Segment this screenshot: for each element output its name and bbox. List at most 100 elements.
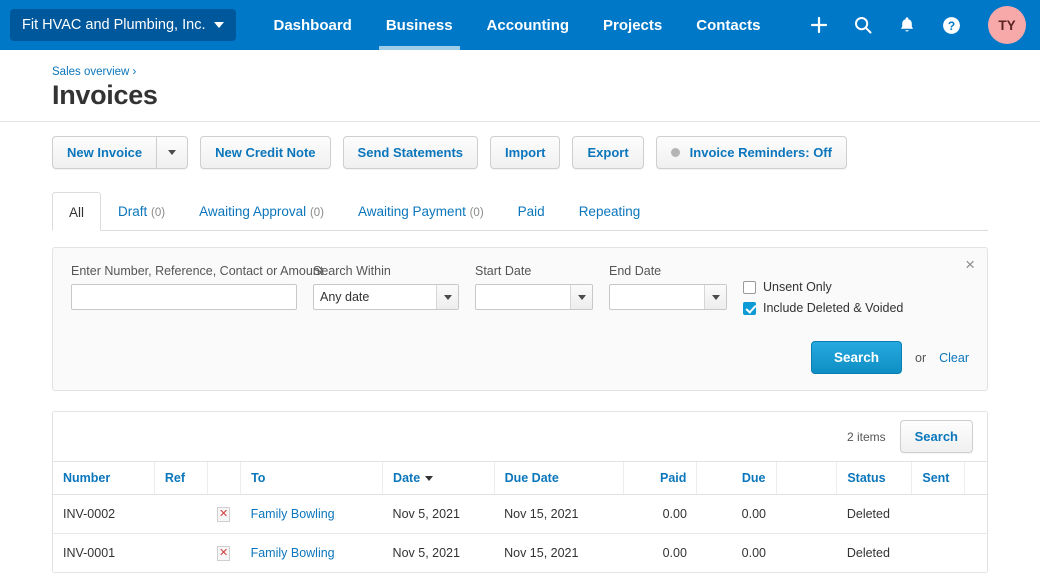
query-field-group: Enter Number, Reference, Contact or Amou…	[71, 264, 324, 310]
cell-to: Family Bowling	[240, 494, 383, 534]
column-header-paid[interactable]: Paid	[623, 462, 698, 495]
results-toolbar: 2 items Search	[53, 412, 987, 462]
tab-awaiting-payment[interactable]: Awaiting Payment (0)	[341, 191, 501, 230]
tab-paid[interactable]: Paid	[501, 191, 562, 230]
new-credit-note-button[interactable]: New Credit Note	[200, 136, 331, 169]
cell-sent	[912, 534, 965, 573]
nav-actions: ? TY	[808, 6, 1026, 44]
nav-item-dashboard[interactable]: Dashboard	[256, 0, 368, 50]
search-within-select[interactable]: Any date	[313, 284, 459, 310]
cell-paid: 0.00	[662, 546, 687, 560]
tab-repeating[interactable]: Repeating	[562, 191, 658, 230]
column-header-to[interactable]: To	[240, 462, 384, 495]
organisation-selector[interactable]: Fit HVAC and Plumbing, Inc.	[10, 9, 237, 41]
tab-draft[interactable]: Draft (0)	[101, 191, 182, 230]
tab-label: Repeating	[578, 204, 641, 219]
nav-item-business[interactable]: Business	[369, 0, 470, 50]
tab-label: Draft	[118, 204, 148, 219]
import-button[interactable]: Import	[490, 136, 561, 169]
checkbox-icon	[743, 280, 756, 294]
deleted-document-icon[interactable]: ✕	[217, 507, 231, 522]
cell-due: 0.00	[696, 494, 776, 534]
table-row[interactable]: INV-0002 ✕ Family Bowling Nov 5, 2021 No…	[53, 494, 987, 534]
organisation-name: Fit HVAC and Plumbing, Inc.	[22, 17, 206, 33]
send-statements-button[interactable]: Send Statements	[342, 136, 479, 169]
cell-paid: 0.00	[623, 494, 697, 534]
chevron-down-icon	[436, 285, 458, 309]
invoice-table-body: INV-0002 ✕ Family Bowling Nov 5, 2021 No…	[53, 494, 987, 573]
column-header-number[interactable]: Number	[53, 462, 155, 495]
avatar-initials: TY	[998, 17, 1016, 33]
column-header-sent[interactable]: Sent	[911, 462, 966, 495]
column-header-date-label: Date	[393, 471, 421, 485]
nav-label: Business	[385, 16, 453, 34]
nav-item-projects[interactable]: Projects	[586, 0, 679, 50]
start-date-group: Start Date	[475, 264, 593, 310]
column-header-trailing	[964, 462, 987, 495]
search-icon[interactable]	[852, 14, 874, 36]
chevron-down-icon	[214, 22, 225, 28]
close-icon[interactable]: ×	[965, 256, 975, 273]
search-input[interactable]	[71, 284, 297, 310]
tab-count: (0)	[469, 207, 484, 219]
filter-checkboxes: Unsent Only Include Deleted & Voided	[743, 264, 903, 315]
search-submit-button[interactable]: Search	[810, 341, 902, 374]
end-date-input[interactable]	[609, 284, 727, 310]
table-row[interactable]: INV-0001 ✕ Family Bowling Nov 5, 2021 No…	[53, 534, 987, 573]
deleted-document-icon[interactable]: ✕	[217, 546, 231, 561]
cell-trailing	[965, 534, 987, 573]
column-header-spacer	[776, 462, 838, 495]
contact-link[interactable]: Family Bowling	[251, 507, 335, 521]
export-button[interactable]: Export	[572, 136, 644, 169]
invoice-reminders-button[interactable]: Invoice Reminders: Off	[655, 136, 847, 169]
page-title: Invoices	[52, 80, 158, 110]
end-date-group: End Date	[609, 264, 727, 310]
help-icon[interactable]: ?	[940, 14, 962, 36]
column-header-due-date[interactable]: Due Date	[494, 462, 625, 495]
cell-due-date: Nov 15, 2021	[494, 494, 624, 534]
primary-nav: Dashboard Business Accounting Projects C…	[256, 0, 777, 50]
bell-icon[interactable]	[896, 14, 918, 36]
nav-label: Accounting	[486, 16, 570, 34]
new-invoice-dropdown-button[interactable]	[156, 136, 189, 169]
status-tabs: All Draft (0) Awaiting Approval (0) Awai…	[52, 191, 988, 231]
plus-icon[interactable]	[808, 14, 830, 36]
cell-ref	[154, 494, 208, 534]
nav-item-contacts[interactable]: Contacts	[679, 0, 777, 50]
contact-link[interactable]: Family Bowling	[251, 546, 335, 560]
nav-label: Dashboard	[273, 16, 352, 34]
tab-all[interactable]: All	[52, 192, 102, 231]
sort-descending-icon	[425, 476, 434, 482]
nav-item-accounting[interactable]: Accounting	[470, 0, 587, 50]
column-header-ref[interactable]: Ref	[154, 462, 208, 495]
search-within-value: Any date	[320, 290, 370, 304]
results-search-button[interactable]: Search	[899, 420, 973, 453]
cell-trailing	[964, 494, 987, 534]
clear-link[interactable]: Clear	[939, 351, 969, 365]
cell-due: 0.00	[741, 546, 766, 560]
checkbox-checked-icon	[743, 301, 756, 315]
unsent-only-checkbox[interactable]: Unsent Only	[743, 280, 903, 294]
column-header-due[interactable]: Due	[696, 462, 777, 495]
tab-awaiting-approval[interactable]: Awaiting Approval (0)	[182, 191, 341, 230]
cell-spacer	[776, 534, 837, 573]
new-invoice-button[interactable]: New Invoice	[52, 136, 157, 169]
invoice-reminders-label: Invoice Reminders: Off	[689, 145, 832, 160]
search-within-label: Search Within	[313, 264, 391, 278]
invoice-table: Number Ref To Date Due Date Paid Due Sta…	[53, 462, 987, 572]
breadcrumb[interactable]: Sales overview ›	[52, 66, 988, 78]
tab-label: Awaiting Payment	[358, 204, 466, 219]
avatar[interactable]: TY	[988, 6, 1026, 44]
column-header-status[interactable]: Status	[836, 462, 913, 495]
top-navigation-bar: Fit HVAC and Plumbing, Inc. Dashboard Bu…	[0, 0, 1040, 50]
page-header: Sales overview › Invoices	[0, 50, 1040, 111]
items-count: 2 items	[846, 429, 886, 444]
query-label: Enter Number, Reference, Contact or Amou…	[71, 264, 324, 278]
include-deleted-voided-checkbox[interactable]: Include Deleted & Voided	[743, 301, 903, 315]
end-date-label: End Date	[609, 264, 662, 278]
column-header-flag	[207, 462, 242, 495]
cell-spacer	[776, 494, 837, 534]
cell-number: INV-0002	[53, 494, 155, 534]
start-date-input[interactable]	[475, 284, 593, 310]
column-header-date[interactable]: Date	[382, 462, 495, 495]
